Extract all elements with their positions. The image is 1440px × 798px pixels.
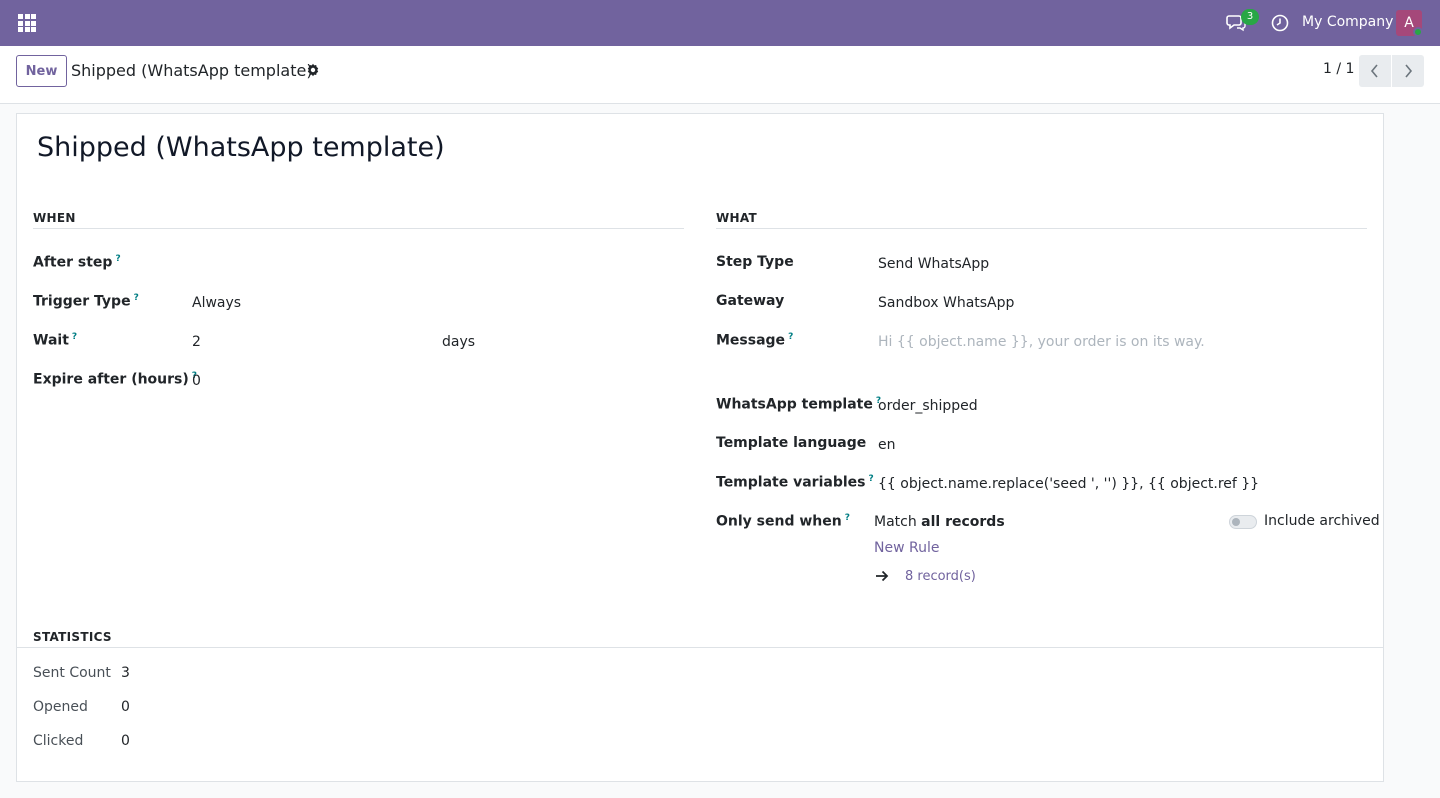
domain-match-mode[interactable]: all records	[921, 514, 1005, 530]
template-language-label: Template language	[716, 435, 867, 451]
message-label: Message?	[716, 332, 794, 349]
arrow-right-icon	[875, 570, 889, 582]
chevron-right-icon	[1405, 64, 1413, 78]
gear-icon[interactable]	[306, 63, 320, 77]
what-divider	[716, 228, 1367, 229]
whatsapp-template-input[interactable]: order_shipped	[878, 398, 978, 414]
only-send-when-label: Only send when?	[716, 513, 850, 530]
step-type-select[interactable]: Send WhatsApp	[878, 256, 989, 272]
sent-count-value: 3	[121, 665, 130, 681]
statistics-section-heading: STATISTICS	[33, 630, 112, 644]
help-icon[interactable]: ?	[115, 254, 120, 264]
wait-input[interactable]: 2	[192, 334, 201, 350]
template-language-input[interactable]: en	[878, 437, 896, 453]
breadcrumb-current: Shipped (WhatsApp template)	[71, 61, 313, 80]
opened-value: 0	[121, 699, 130, 715]
trigger-type-select[interactable]: Always	[192, 295, 241, 311]
clicked-label: Clicked	[33, 733, 84, 749]
clicked-value: 0	[121, 733, 130, 749]
when-divider	[33, 228, 684, 229]
what-section-heading: WHAT	[716, 211, 758, 225]
pager-next-button[interactable]	[1392, 55, 1424, 87]
activity-clock-icon[interactable]	[1271, 14, 1289, 32]
expire-input[interactable]: 0	[192, 373, 201, 389]
gateway-label: Gateway	[716, 293, 785, 309]
template-variables-input[interactable]: {{ object.name.replace('seed ', '') }}, …	[878, 476, 1259, 492]
include-archived-label[interactable]: Include archived	[1264, 513, 1380, 529]
domain-match-text: Match all records	[874, 514, 1005, 530]
help-icon[interactable]: ?	[845, 513, 850, 523]
sent-count-label: Sent Count	[33, 665, 111, 681]
whatsapp-template-label: WhatsApp template?	[716, 396, 882, 413]
help-icon[interactable]: ?	[868, 474, 873, 484]
trigger-type-label: Trigger Type?	[33, 293, 139, 310]
new-rule-link[interactable]: New Rule	[874, 540, 939, 556]
include-archived-toggle[interactable]	[1229, 515, 1257, 529]
expire-label: Expire after (hours)?	[33, 371, 198, 388]
help-icon[interactable]: ?	[788, 332, 793, 342]
top-navbar: 3 My Company A	[0, 0, 1440, 46]
wait-label: Wait?	[33, 332, 78, 349]
opened-label: Opened	[33, 699, 88, 715]
statistics-divider	[17, 647, 1383, 648]
form-sheet: Shipped (WhatsApp template) WHEN After s…	[16, 113, 1384, 782]
chat-count-badge: 3	[1241, 9, 1259, 25]
message-textarea[interactable]: Hi {{ object.name }}, your order is on i…	[878, 334, 1205, 350]
presence-status-dot	[1413, 27, 1423, 37]
wait-unit-select[interactable]: days	[442, 334, 475, 350]
help-icon[interactable]: ?	[134, 293, 139, 303]
matching-records-link[interactable]: 8 record(s)	[905, 569, 976, 584]
gateway-select[interactable]: Sandbox WhatsApp	[878, 295, 1014, 311]
when-section-heading: WHEN	[33, 211, 76, 225]
pager-value[interactable]: 1 / 1	[1323, 61, 1354, 77]
toggle-knob	[1232, 518, 1240, 526]
apps-grid-icon[interactable]	[18, 14, 36, 32]
record-title-field[interactable]: Shipped (WhatsApp template)	[37, 132, 445, 163]
new-button[interactable]: New	[16, 55, 67, 87]
help-icon[interactable]: ?	[72, 332, 77, 342]
control-panel: New Shipped (WhatsApp template) 1 / 1	[0, 46, 1440, 104]
step-type-label: Step Type	[716, 254, 794, 270]
template-variables-label: Template variables?	[716, 474, 874, 491]
pager-previous-button[interactable]	[1359, 55, 1391, 87]
company-switcher[interactable]: My Company	[1302, 14, 1393, 30]
chevron-left-icon	[1370, 64, 1378, 78]
after-step-label: After step?	[33, 254, 121, 271]
